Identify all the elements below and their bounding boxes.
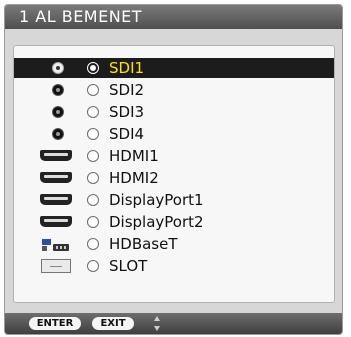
menu-header: 1 AL BEMENET xyxy=(5,5,342,29)
sdi-connector-icon xyxy=(53,63,63,73)
input-item-sdi3[interactable]: SDI3 xyxy=(14,102,334,122)
menu-title: 1 AL BEMENET xyxy=(19,7,143,26)
hdmi-connector-icon xyxy=(40,172,72,183)
radio-button[interactable] xyxy=(87,194,99,206)
hdmi-connector-icon xyxy=(40,150,72,161)
input-label: HDMI1 xyxy=(109,147,159,165)
radio-button[interactable] xyxy=(87,106,99,118)
input-label: SLOT xyxy=(109,257,148,275)
input-label: HDBaseT xyxy=(109,235,178,253)
input-item-displayport1[interactable]: DisplayPort1 xyxy=(14,190,334,210)
input-label: DisplayPort2 xyxy=(109,213,204,231)
radio-button[interactable] xyxy=(87,150,99,162)
displayport-connector-icon xyxy=(40,216,72,227)
input-menu-window: 1 AL BEMENET SDI1 SDI2 SDI3 SDI4 HDMI1 H… xyxy=(4,4,343,335)
sdi-connector-icon xyxy=(53,85,63,95)
input-item-sdi1[interactable]: SDI1 xyxy=(14,58,334,78)
input-label: SDI2 xyxy=(109,81,145,99)
input-label: DisplayPort1 xyxy=(109,191,204,209)
radio-button[interactable] xyxy=(87,84,99,96)
input-list-panel: SDI1 SDI2 SDI3 SDI4 HDMI1 HDMI2 DisplayP… xyxy=(13,45,335,303)
input-label: SDI4 xyxy=(109,125,145,143)
input-item-hdmi1[interactable]: HDMI1 xyxy=(14,146,334,166)
up-down-arrows-icon xyxy=(153,315,161,332)
input-label: HDMI2 xyxy=(109,169,159,187)
hdbaset-network-icon xyxy=(41,237,71,251)
radio-button[interactable] xyxy=(87,62,99,74)
sdi-connector-icon xyxy=(53,129,63,139)
exit-button[interactable]: EXIT xyxy=(92,317,134,330)
input-item-slot[interactable]: SLOT xyxy=(14,256,334,276)
input-item-displayport2[interactable]: DisplayPort2 xyxy=(14,212,334,232)
radio-button[interactable] xyxy=(87,128,99,140)
enter-button[interactable]: ENTER xyxy=(29,317,81,330)
radio-button[interactable] xyxy=(87,260,99,272)
input-item-hdmi2[interactable]: HDMI2 xyxy=(14,168,334,188)
radio-button[interactable] xyxy=(87,216,99,228)
radio-button[interactable] xyxy=(87,172,99,184)
radio-button[interactable] xyxy=(87,238,99,250)
menu-footer: ENTER EXIT xyxy=(5,313,342,334)
input-label: SDI1 xyxy=(109,59,145,77)
displayport-connector-icon xyxy=(40,194,72,205)
sdi-connector-icon xyxy=(53,107,63,117)
input-item-sdi4[interactable]: SDI4 xyxy=(14,124,334,144)
input-item-hdbaset[interactable]: HDBaseT xyxy=(14,234,334,254)
input-label: SDI3 xyxy=(109,103,145,121)
input-item-sdi2[interactable]: SDI2 xyxy=(14,80,334,100)
slot-card-icon xyxy=(41,259,71,273)
